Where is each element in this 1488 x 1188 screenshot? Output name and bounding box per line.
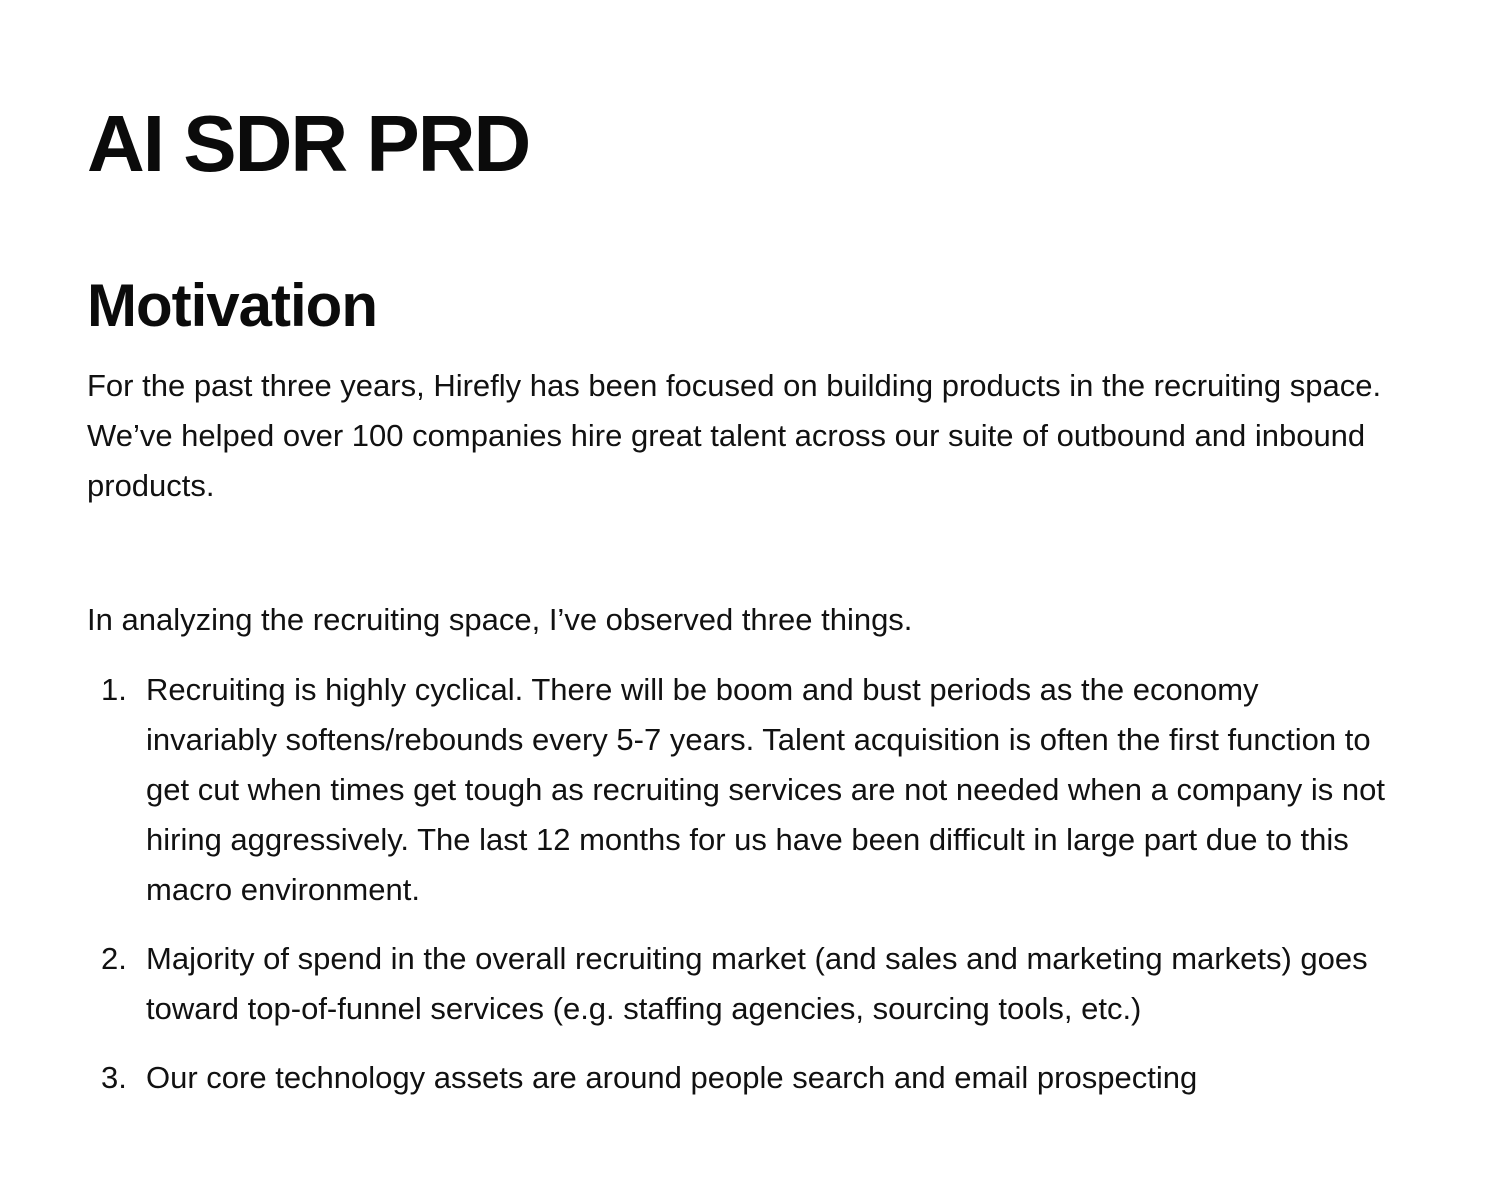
- list-number: 1.: [101, 672, 127, 707]
- paragraph: In analyzing the recruiting space, I’ve …: [87, 602, 913, 637]
- list-item: 3. Our core technology assets are around…: [87, 1053, 1397, 1103]
- paragraph: For the past three years, Hirefly has be…: [87, 368, 1382, 503]
- document-page: AI SDR PRD Motivation For the past three…: [0, 0, 1488, 1188]
- list-item: 1. Recruiting is highly cyclical. There …: [87, 665, 1397, 915]
- document-body: AI SDR PRD Motivation For the past three…: [87, 94, 1397, 1122]
- list-number: 2.: [101, 941, 127, 976]
- list-item-text: Our core technology assets are around pe…: [146, 1060, 1198, 1095]
- page-title: AI SDR PRD: [87, 99, 531, 188]
- list-number: 3.: [101, 1060, 127, 1095]
- list-item: 2. Majority of spend in the overall recr…: [87, 934, 1397, 1034]
- section-heading-motivation: Motivation: [87, 272, 378, 339]
- numbered-list: 1. Recruiting is highly cyclical. There …: [87, 665, 1397, 1103]
- list-item-text: Majority of spend in the overall recruit…: [146, 941, 1368, 1026]
- list-item-text: Recruiting is highly cyclical. There wil…: [146, 672, 1385, 907]
